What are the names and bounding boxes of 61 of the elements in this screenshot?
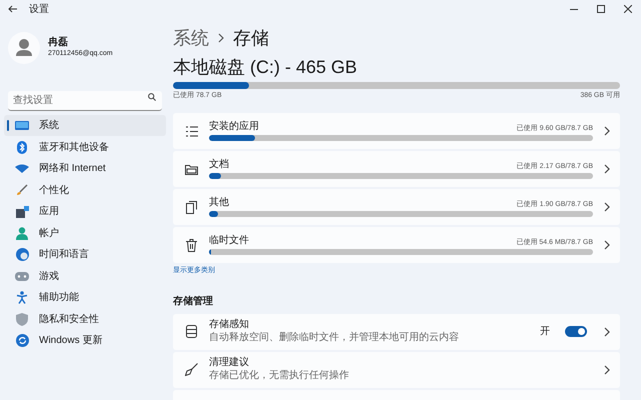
- toggle-state-label: 开: [540, 325, 550, 339]
- folder-icon: [185, 164, 198, 174]
- brush-icon: [16, 184, 28, 196]
- nav-item[interactable]: 时间和语言: [4, 244, 166, 265]
- broom-icon: [185, 363, 198, 376]
- wifi-icon: [15, 164, 29, 173]
- nav-item[interactable]: 应用: [4, 201, 166, 222]
- back-arrow-icon[interactable]: [8, 5, 17, 13]
- search-field[interactable]: 查找设置: [8, 91, 162, 111]
- chevron-right-icon: [604, 364, 610, 374]
- gamepad-icon: [15, 272, 29, 280]
- drive-icon: [186, 325, 197, 338]
- search-icon: [148, 93, 156, 101]
- update-icon: [16, 334, 28, 347]
- avatar-icon: [8, 32, 40, 64]
- settings-row[interactable]: 存储感知 自动释放空间、删除临时文件，并管理本地可用的云内容 开: [173, 314, 620, 350]
- minimize-icon: [570, 8, 578, 10]
- setting-description: 自动释放空间、删除临时文件，并管理本地可用的云内容: [209, 332, 460, 344]
- shield-icon: [16, 312, 28, 326]
- toggle-switch[interactable]: [565, 326, 587, 337]
- nav-item[interactable]: 帐户: [4, 222, 166, 244]
- nav-item[interactable]: 蓝牙和其他设备: [4, 136, 166, 158]
- setting-description: 存储已优化，无需执行任何操作: [209, 370, 350, 382]
- disk-title: 本地磁盘 (C:) - 465 GB: [173, 56, 358, 78]
- globe-clock-icon: [16, 248, 28, 261]
- section-heading: 存储管理: [173, 294, 214, 308]
- nav-item[interactable]: Windows 更新: [4, 330, 166, 351]
- trash-icon: [186, 238, 197, 252]
- close-icon: [624, 5, 632, 13]
- window-title: 设置: [29, 2, 49, 16]
- setting-title: 存储感知: [209, 319, 250, 332]
- nav-item[interactable]: 隐私和安全性: [4, 308, 166, 330]
- monitor-icon: [15, 120, 29, 130]
- category-label: 临时文件: [209, 236, 249, 246]
- breadcrumb-parent[interactable]: 系统: [173, 24, 209, 52]
- chevron-right-icon: [604, 202, 610, 212]
- list-icon: [186, 126, 198, 136]
- bluetooth-icon: [17, 140, 27, 154]
- category-label: 文档: [209, 160, 229, 170]
- apps-icon: [16, 206, 28, 218]
- nav-item[interactable]: 系统: [4, 115, 166, 136]
- selection-indicator: [7, 120, 9, 131]
- maximize-icon: [596, 5, 604, 13]
- person-icon: [16, 226, 28, 240]
- nav-item[interactable]: 网络和 Internet: [4, 158, 166, 179]
- chevron-right-icon: [604, 240, 610, 250]
- chevron-right-icon: [604, 164, 610, 174]
- settings-row[interactable]: 清理建议 存储已优化，无需执行任何操作: [173, 352, 620, 388]
- document-icon: [186, 200, 197, 214]
- chevron-right-icon: [604, 126, 610, 136]
- accessibility-icon: [16, 291, 28, 304]
- nav-item[interactable]: 辅助功能: [4, 287, 166, 308]
- nav-item[interactable]: 游戏: [4, 266, 166, 286]
- chevron-right-icon: [604, 326, 610, 336]
- user-name: 冉磊: [48, 37, 69, 50]
- category-label: 安装的应用: [209, 122, 259, 132]
- category-label: 其他: [209, 198, 229, 208]
- nav-item[interactable]: 个性化: [4, 180, 166, 200]
- page-title: 存储: [233, 26, 269, 50]
- chevron-right-icon: [218, 33, 224, 43]
- setting-title: 清理建议: [209, 357, 250, 370]
